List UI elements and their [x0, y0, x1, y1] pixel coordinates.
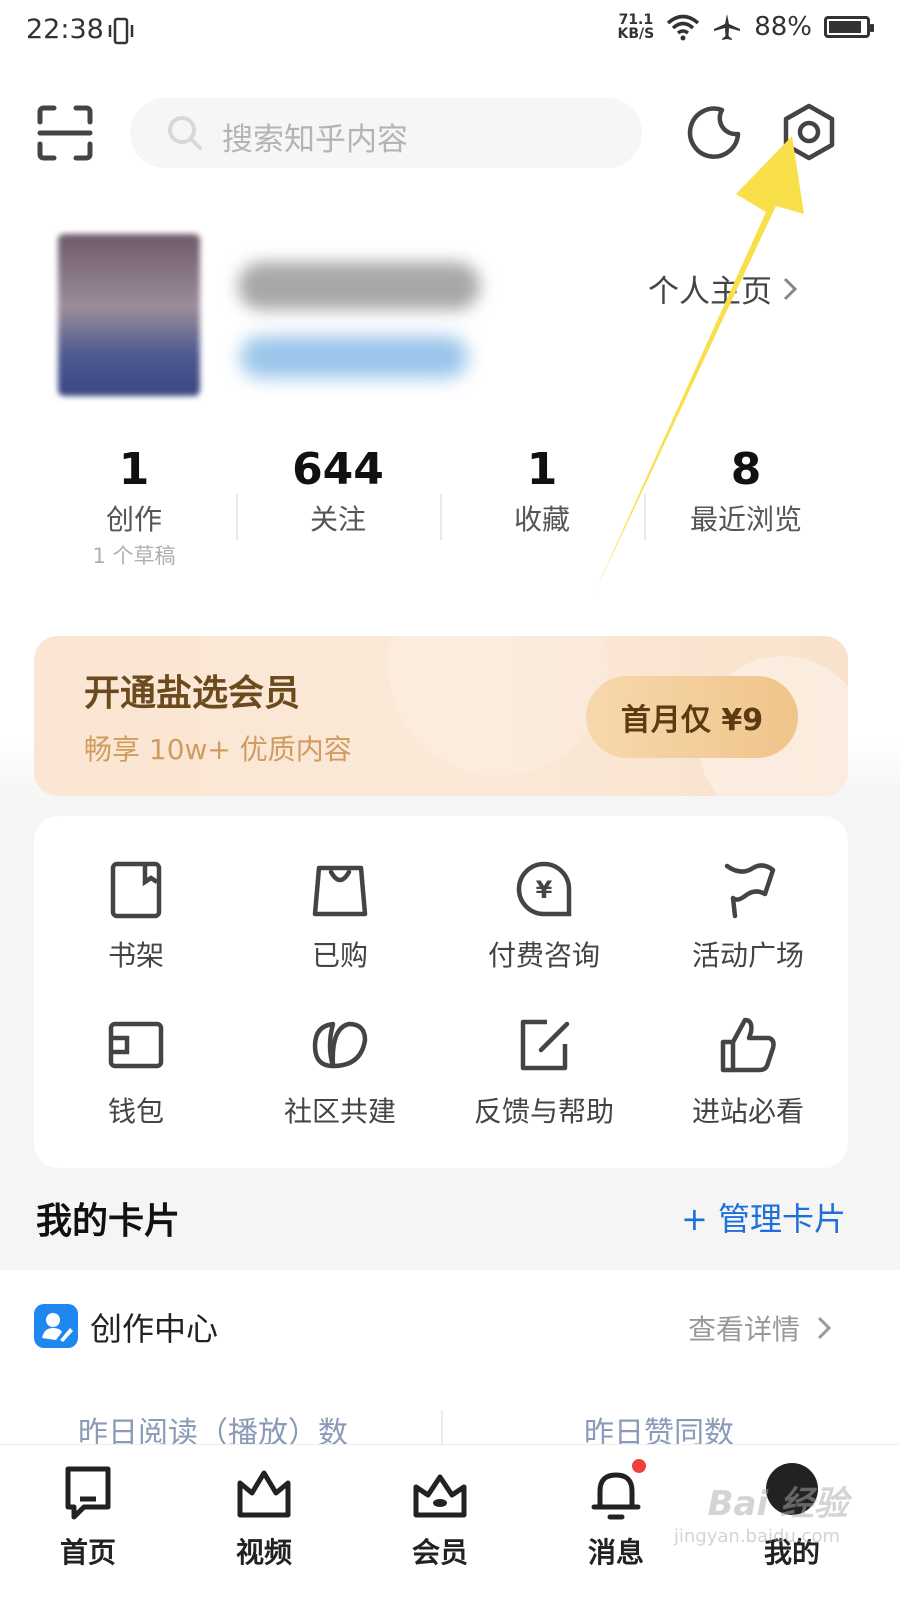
notification-dot — [630, 1457, 648, 1475]
chevron-right-icon — [817, 1316, 832, 1340]
tool-label: 活动广场 — [691, 939, 804, 972]
nav-label: 首页 — [59, 1536, 116, 1569]
tool-label: 进站必看 — [691, 1095, 804, 1128]
shopping-bag-icon — [312, 865, 368, 917]
vip-subscribe-button[interactable]: 首月仅 ¥9 — [586, 676, 798, 758]
tool-feedback-help[interactable]: 反馈与帮助 — [442, 996, 646, 1146]
search-input[interactable]: 搜索知乎内容 — [130, 98, 642, 168]
tool-label: 反馈与帮助 — [473, 1095, 614, 1128]
stat-value: 8 — [730, 444, 762, 495]
network-speed-unit: KB/S — [617, 26, 655, 42]
watermark-url: jingyan.baidu.com — [673, 1526, 840, 1547]
battery-percent: 88% — [754, 12, 812, 42]
nav-label: 会员 — [411, 1536, 468, 1569]
status-time: 22:38 — [26, 14, 104, 45]
stat-creations[interactable]: 1 创作 1 个草稿 — [32, 440, 236, 572]
status-indicators: 71.1 KB/S 88% — [617, 12, 874, 42]
profile-name-blurred — [238, 262, 480, 310]
search-icon — [168, 116, 202, 150]
settings-icon[interactable] — [780, 102, 838, 162]
tool-bookshelf[interactable]: 书架 — [34, 840, 238, 990]
stat-label: 关注 — [309, 503, 366, 536]
tool-community[interactable]: 社区共建 — [238, 996, 442, 1146]
baidu-jingyan-watermark: Bai 经验 — [707, 1484, 848, 1524]
tool-wallet[interactable]: 钱包 — [34, 996, 238, 1146]
vip-banner[interactable]: 开通盐选会员 畅享 10w+ 优质内容 首月仅 ¥9 — [34, 636, 848, 796]
stat-label: 创作 — [105, 503, 162, 536]
stat-label: 最近浏览 — [689, 503, 802, 536]
banner-decoration — [388, 636, 608, 776]
tool-label: 书架 — [107, 939, 164, 972]
vip-title: 开通盐选会员 — [84, 673, 301, 714]
paid-consult-icon: ¥ — [516, 861, 572, 917]
stat-following[interactable]: 644 关注 — [236, 440, 440, 540]
tool-purchased[interactable]: 已购 — [238, 840, 442, 990]
stat-value: 1 — [526, 444, 558, 495]
thumbs-up-icon — [720, 1017, 776, 1073]
tools-grid: 书架 已购 ¥ 付费咨询 活动广场 钱包 社区共建 反馈与帮助 进站必看 — [34, 816, 848, 1168]
stat-drafts: 1 个草稿 — [92, 544, 176, 568]
wallet-icon — [108, 1021, 164, 1069]
community-icon — [312, 1021, 368, 1069]
flag-icon — [724, 863, 776, 919]
nav-label: 消息 — [587, 1536, 644, 1569]
tool-activity-square[interactable]: 活动广场 — [646, 840, 850, 990]
stat-value: 1 — [118, 444, 150, 495]
view-details-link[interactable]: 查看详情 — [688, 1308, 832, 1348]
video-icon — [237, 1470, 291, 1518]
tool-label: 社区共建 — [283, 1095, 396, 1128]
vip-subtitle: 畅享 10w+ 优质内容 — [84, 733, 352, 766]
tool-label: 钱包 — [107, 1095, 164, 1128]
nav-home[interactable]: 首页 — [0, 1445, 176, 1601]
stat-value: 644 — [292, 444, 384, 495]
manage-cards-button[interactable]: + 管理卡片 — [681, 1194, 846, 1240]
stat-recent-views[interactable]: 8 最近浏览 — [644, 440, 848, 540]
night-mode-icon[interactable] — [684, 104, 742, 162]
nav-video[interactable]: 视频 — [176, 1445, 352, 1601]
stat-collections[interactable]: 1 收藏 — [440, 440, 644, 540]
svg-text:¥: ¥ — [536, 876, 553, 904]
tool-label: 已购 — [311, 939, 368, 972]
network-speed-value: 71.1 — [618, 12, 654, 28]
vip-crown-icon — [413, 1474, 467, 1518]
creation-center-title: 创作中心 — [90, 1310, 219, 1348]
scan-icon[interactable] — [36, 104, 94, 162]
personal-homepage-link[interactable]: 个人主页 — [648, 266, 798, 311]
battery-fill — [829, 21, 861, 33]
status-bar: 22:38 71.1 KB/S 88% — [0, 0, 900, 66]
chevron-right-icon — [783, 277, 798, 300]
my-cards-title: 我的卡片 — [36, 1201, 181, 1242]
tool-paid-consult[interactable]: ¥ 付费咨询 — [442, 840, 646, 990]
tool-label: 付费咨询 — [487, 939, 600, 972]
wifi-icon — [667, 14, 700, 41]
profile-badge-blurred — [240, 336, 468, 378]
bookshelf-icon — [110, 861, 162, 919]
creation-center-icon — [34, 1304, 78, 1348]
nav-messages[interactable]: 消息 — [528, 1445, 704, 1601]
homepage-link-label: 个人主页 — [648, 274, 772, 310]
airplane-icon — [714, 14, 741, 40]
view-details-label: 查看详情 — [687, 1313, 800, 1346]
home-icon — [65, 1466, 111, 1520]
profile-avatar[interactable] — [58, 234, 200, 396]
feedback-icon — [520, 1019, 570, 1071]
nav-vip[interactable]: 会员 — [352, 1445, 528, 1601]
nav-label: 视频 — [235, 1536, 292, 1569]
search-placeholder: 搜索知乎内容 — [222, 122, 408, 158]
battery-icon — [824, 16, 874, 38]
tool-newcomer-guide[interactable]: 进站必看 — [646, 996, 850, 1146]
stat-label: 收藏 — [513, 503, 570, 536]
vibrate-icon — [108, 17, 134, 45]
network-speed: 71.1 KB/S — [617, 13, 654, 41]
